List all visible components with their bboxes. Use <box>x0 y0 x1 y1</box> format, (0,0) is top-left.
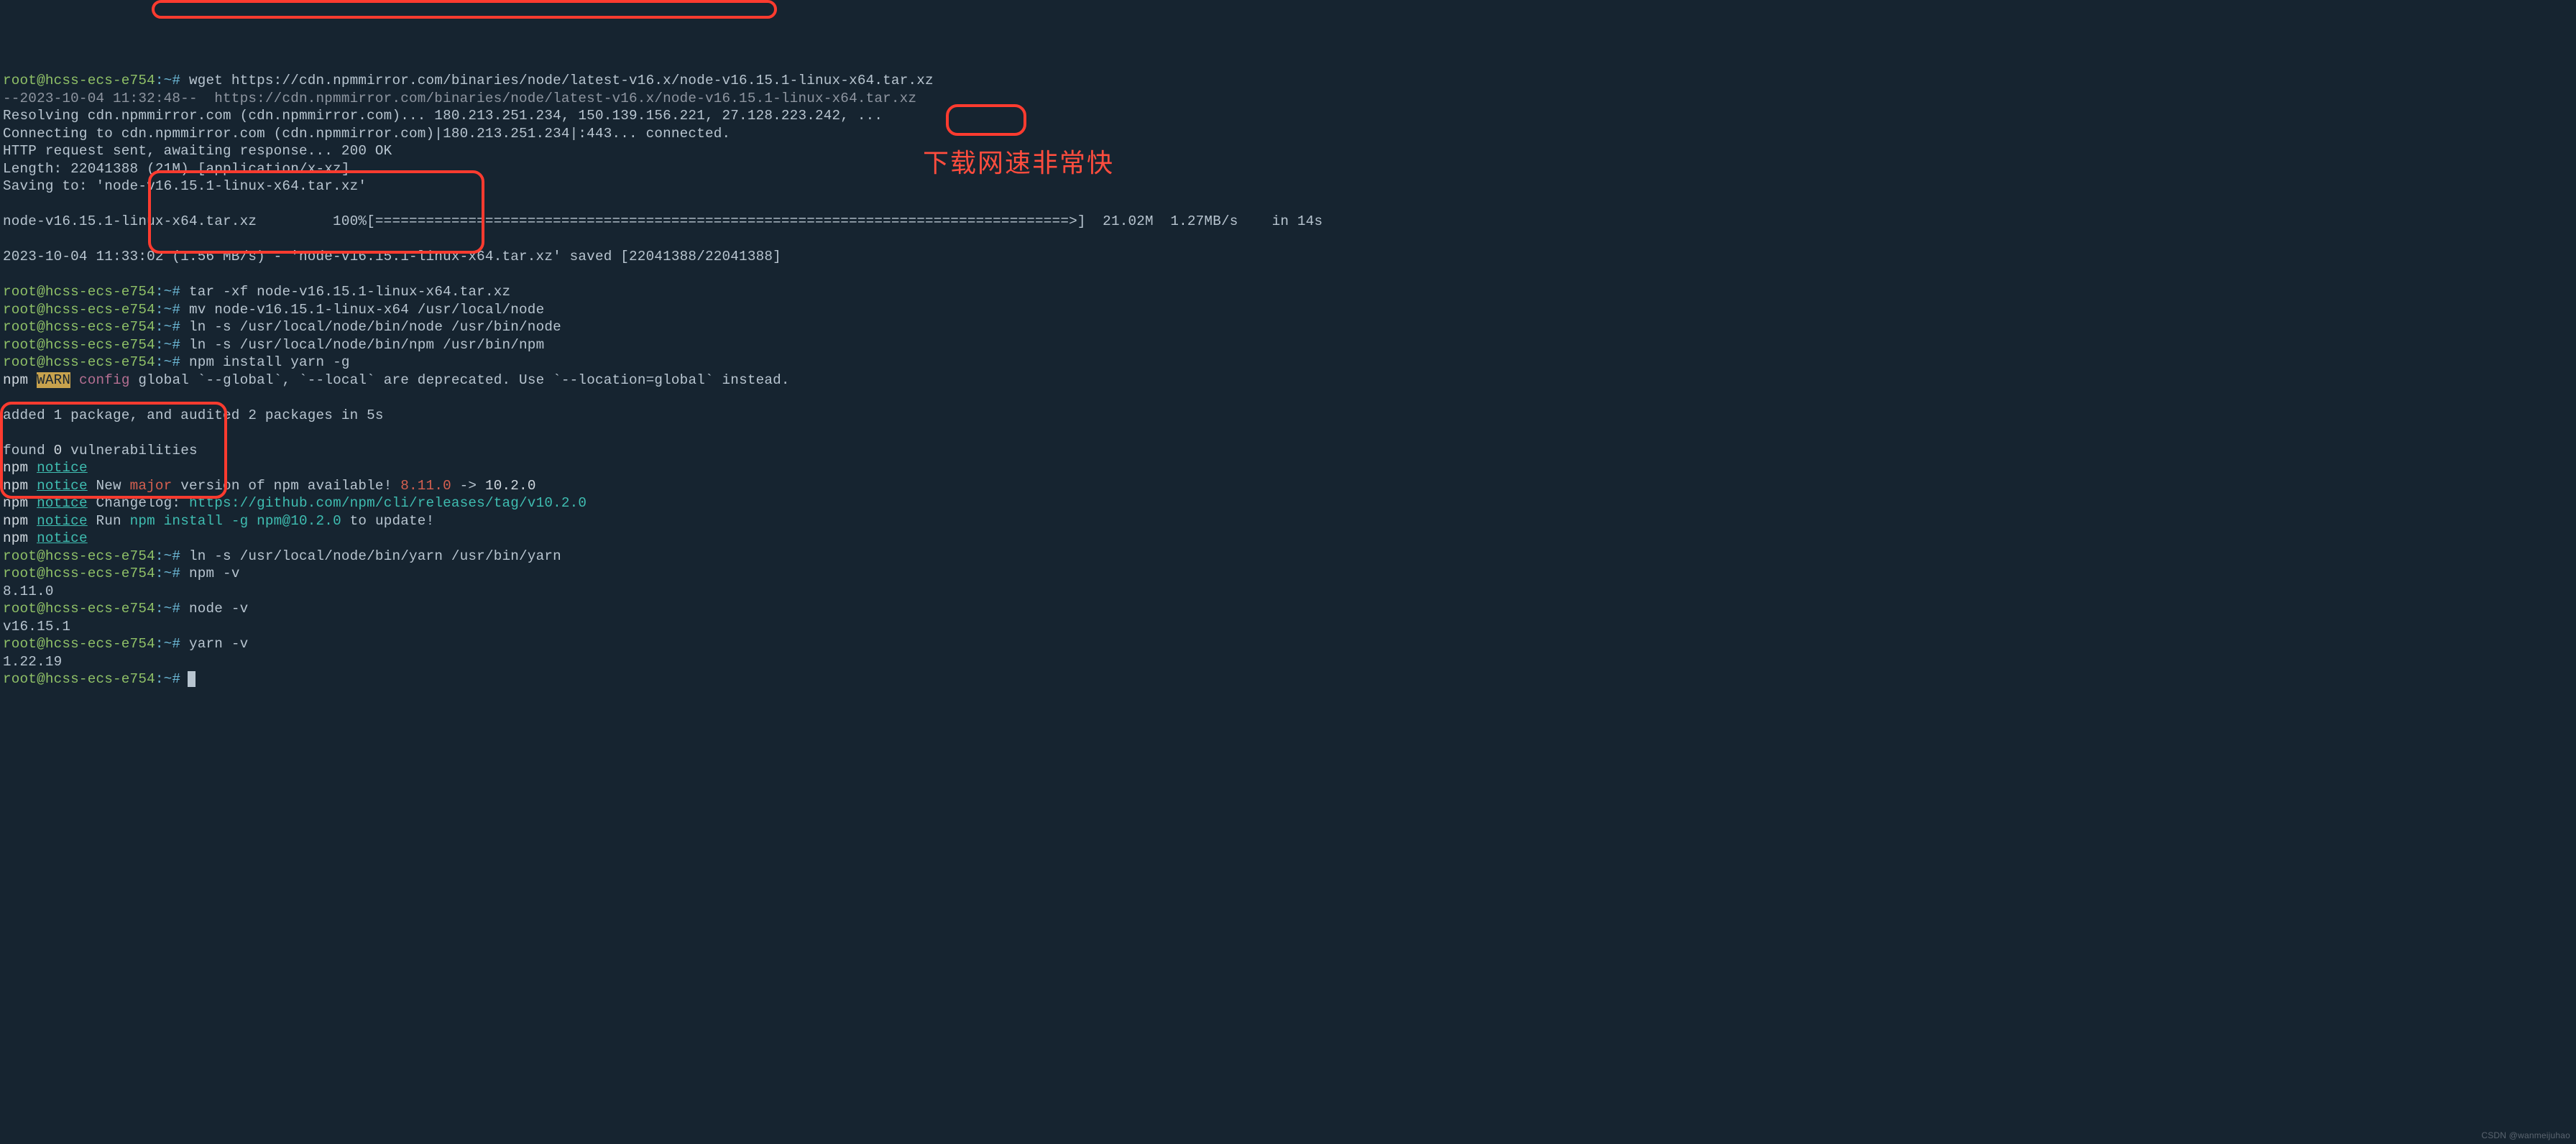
prompt-suffix: :~# <box>155 548 180 564</box>
n1a: New <box>88 478 130 494</box>
vuln-count: 0 <box>54 443 63 458</box>
annotation-text: 下载网速非常快 <box>923 147 1114 180</box>
wget-resolve: Resolving cdn.npmmirror.com (cdn.npmmirr… <box>3 108 883 124</box>
prompt: root@hcss-ecs-e754 <box>3 284 155 300</box>
wget-ts: --2023-10-04 11:32:48-- https://cdn.npmm… <box>3 91 916 106</box>
cmd-mv: mv node-v16.15.1-linux-x64 /usr/local/no… <box>189 302 544 318</box>
cmd-wget: wget https://cdn.npmmirror.com/binaries/… <box>189 73 934 88</box>
warn-badge: WARN <box>37 372 70 388</box>
prompt: root@hcss-ecs-e754 <box>3 548 155 564</box>
config-label: config <box>79 372 130 388</box>
prompt-suffix: :~# <box>155 302 180 318</box>
n1e: -> <box>451 478 485 494</box>
npm-label: npm <box>3 478 28 494</box>
prompt: root@hcss-ecs-e754 <box>3 319 155 335</box>
prompt-suffix: :~# <box>155 566 180 581</box>
n1c: version of npm available! <box>172 478 400 494</box>
prompt-suffix: :~# <box>155 354 180 370</box>
node-version: v16.15.1 <box>3 619 70 635</box>
wget-connect: Connecting to cdn.npmmirror.com (cdn.npm… <box>3 126 730 142</box>
prompt-suffix: :~# <box>155 284 180 300</box>
yarn-version: 1.22.19 <box>3 654 62 670</box>
wget-saved: 2023-10-04 11:33:02 (1.56 MB/s) - 'node-… <box>3 249 781 264</box>
highlight-box-wget <box>152 0 777 19</box>
prompt-suffix: :~# <box>155 73 180 88</box>
cmd-ln-node: ln -s /usr/local/node/bin/node /usr/bin/… <box>189 319 561 335</box>
cmd-ln-yarn: ln -s /usr/local/node/bin/yarn /usr/bin/… <box>189 548 561 564</box>
prompt: root@hcss-ecs-e754 <box>3 302 155 318</box>
wget-saving: Saving to: 'node-v16.15.1-linux-x64.tar.… <box>3 178 367 194</box>
n2a: Changelog: <box>88 495 189 511</box>
n3a: Run <box>88 513 130 529</box>
cmd-npm-install: npm install yarn -g <box>189 354 350 370</box>
notice-label: notice <box>37 530 88 546</box>
cmd-ln-npm: ln -s /usr/local/node/bin/npm /usr/bin/n… <box>189 337 544 353</box>
n1f: 10.2.0 <box>485 478 536 494</box>
notice-label: notice <box>37 478 88 494</box>
npm-added: added 1 package, and audited 2 packages … <box>3 407 384 423</box>
terminal-output: root@hcss-ecs-e754:~# wget https://cdn.n… <box>3 72 2573 688</box>
npm-label: npm <box>3 460 28 476</box>
notice-label: notice <box>37 460 88 476</box>
notice-label: notice <box>37 495 88 511</box>
prompt: root@hcss-ecs-e754 <box>3 671 155 687</box>
npm-label: npm <box>3 530 28 546</box>
npm-label: npm <box>3 513 28 529</box>
prompt: root@hcss-ecs-e754 <box>3 566 155 581</box>
wget-http: HTTP request sent, awaiting response... … <box>3 143 392 159</box>
prompt: root@hcss-ecs-e754 <box>3 337 155 353</box>
n1d: 8.11.0 <box>400 478 451 494</box>
vuln-a: found <box>3 443 54 458</box>
changelog-link: https://github.com/npm/cli/releases/tag/… <box>189 495 586 511</box>
npm-version: 8.11.0 <box>3 583 54 599</box>
notice-label: notice <box>37 513 88 529</box>
n3c: to update! <box>341 513 434 529</box>
prompt: root@hcss-ecs-e754 <box>3 73 155 88</box>
npm-label: npm <box>3 372 28 388</box>
cursor[interactable] <box>188 671 196 687</box>
prompt: root@hcss-ecs-e754 <box>3 354 155 370</box>
prompt-suffix: :~# <box>155 601 180 617</box>
cmd-npm-v: npm -v <box>189 566 240 581</box>
prompt-suffix: :~# <box>155 636 180 652</box>
cmd-yarn-v: yarn -v <box>189 636 248 652</box>
npm-label: npm <box>3 495 28 511</box>
cmd-tar: tar -xf node-v16.15.1-linux-x64.tar.xz <box>189 284 510 300</box>
warn-msg: global `--global`, `--local` are depreca… <box>130 372 790 388</box>
prompt: root@hcss-ecs-e754 <box>3 601 155 617</box>
wget-progress: node-v16.15.1-linux-x64.tar.xz 100%[====… <box>3 213 1322 229</box>
n3b: npm install -g npm@10.2.0 <box>130 513 341 529</box>
prompt-suffix: :~# <box>155 319 180 335</box>
prompt: root@hcss-ecs-e754 <box>3 636 155 652</box>
prompt-suffix: :~# <box>155 671 180 687</box>
n1b: major <box>130 478 172 494</box>
watermark: CSDN @wanmeijuhao <box>2481 1130 2570 1141</box>
wget-length: Length: 22041388 (21M) [application/x-xz… <box>3 161 350 177</box>
cmd-node-v: node -v <box>189 601 248 617</box>
vuln-c: vulnerabilities <box>62 443 197 458</box>
prompt-suffix: :~# <box>155 337 180 353</box>
